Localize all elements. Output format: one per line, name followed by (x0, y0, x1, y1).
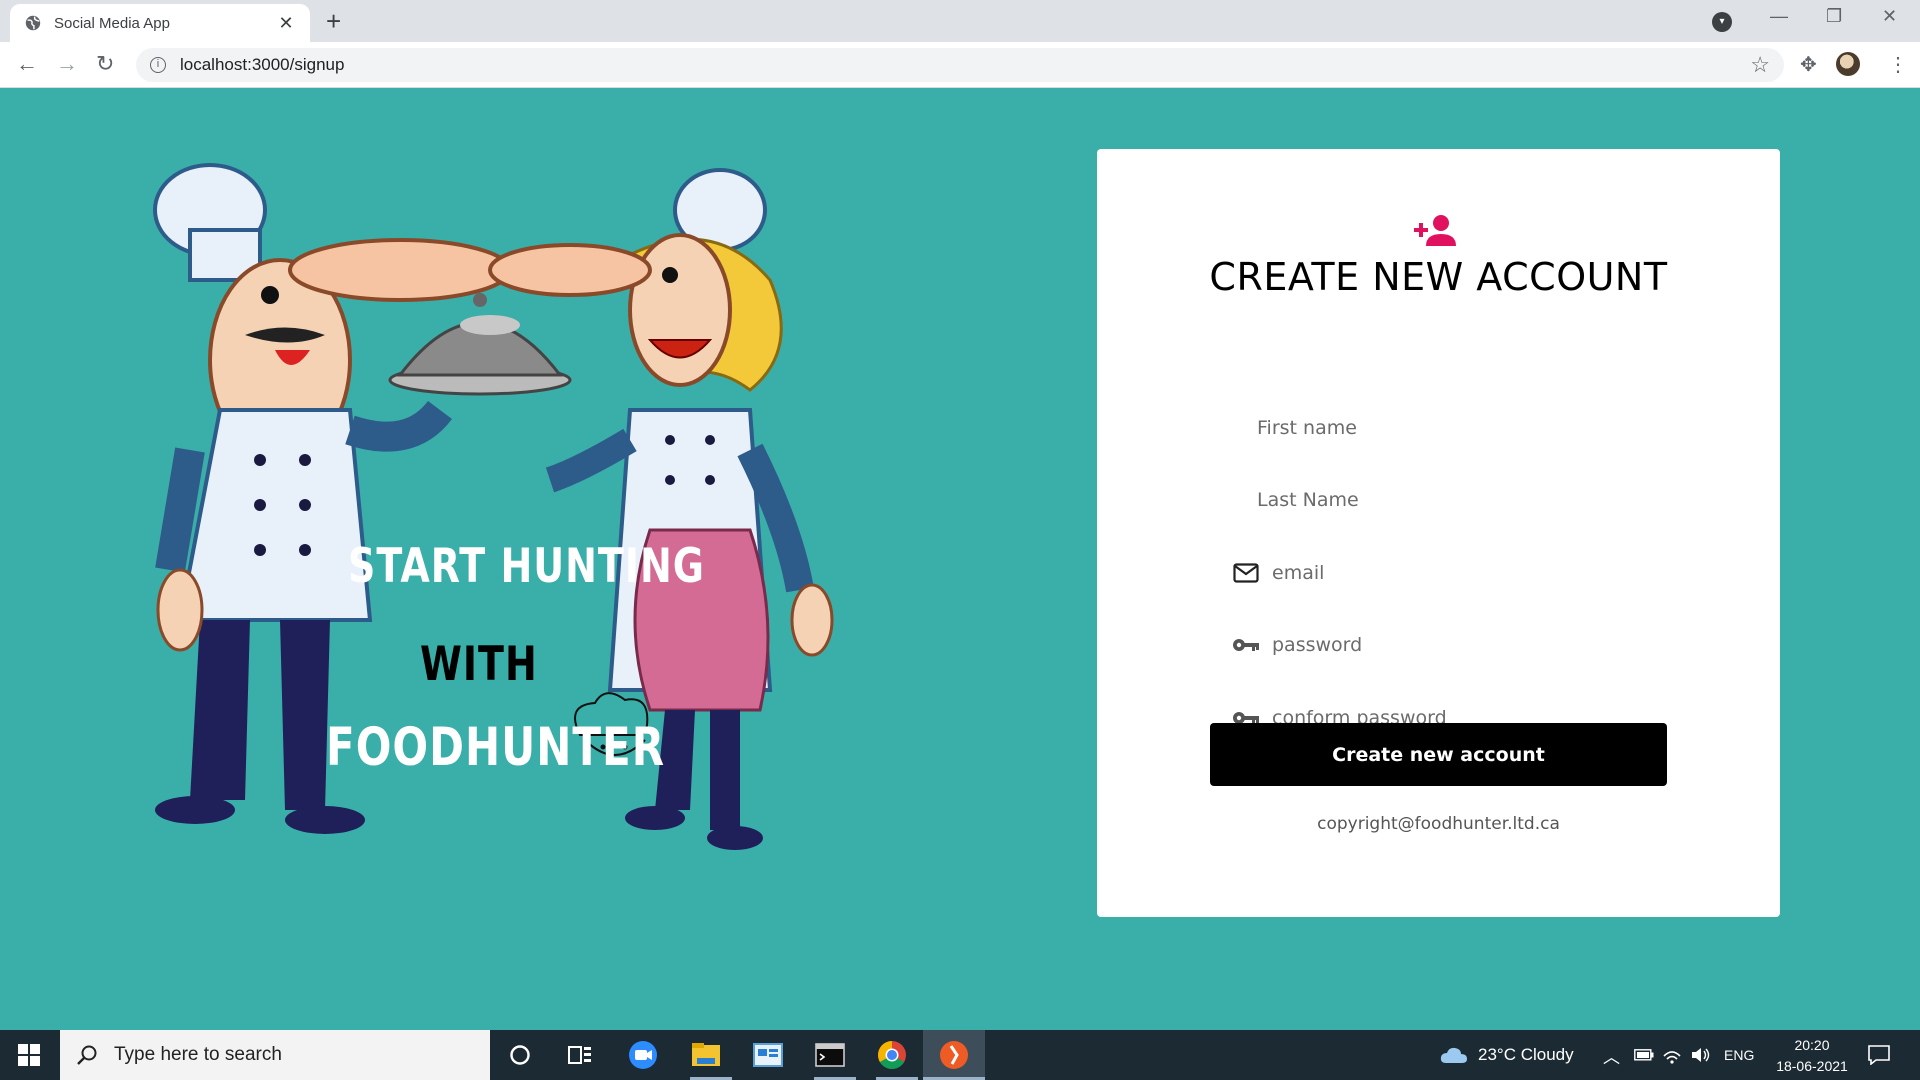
battery-icon[interactable] (1634, 1030, 1654, 1080)
url-text: localhost:3000/signup (180, 55, 345, 74)
back-icon[interactable]: ← (16, 52, 38, 76)
zoom-app-icon[interactable] (627, 1040, 659, 1070)
task-view-icon[interactable] (564, 1040, 596, 1070)
notification-center-icon[interactable] (1868, 1030, 1890, 1080)
window-close-icon[interactable]: ✕ (1882, 6, 1897, 27)
browser-toolbar: ← → ↻ i localhost:3000/signup ☆ (0, 42, 1920, 88)
chevron-up-icon: ︿ (1603, 1047, 1620, 1067)
wifi-icon[interactable] (1662, 1030, 1682, 1080)
taskbar-clock[interactable]: 20:20 18-06-2021 (1762, 1035, 1862, 1077)
cloud-icon (1440, 1047, 1467, 1063)
email-field-wrapper (1232, 549, 1732, 597)
promo-line-start-hunting: START HUNTING (348, 538, 705, 593)
chrome-icon[interactable] (876, 1040, 908, 1070)
language-indicator[interactable]: ENG (1724, 1030, 1754, 1080)
create-account-button[interactable]: Create new account (1210, 723, 1667, 786)
globe-icon (25, 15, 41, 31)
clock-time: 20:20 (1794, 1037, 1830, 1053)
file-explorer-icon[interactable] (690, 1040, 722, 1070)
copyright-text: copyright@foodhunter.ltd.ca (1317, 814, 1560, 834)
add-person-icon (1414, 215, 1456, 246)
show-hidden-icons[interactable]: ︿ (1603, 1030, 1620, 1080)
last-name-field-wrapper (1232, 476, 1732, 524)
tab-title: Social Media App (54, 14, 170, 32)
browser-tab[interactable]: Social Media App ✕ (10, 4, 310, 42)
weather-widget[interactable]: 23°C Cloudy (1440, 1030, 1574, 1080)
minimize-icon[interactable]: — (1770, 6, 1788, 27)
key-icon (1232, 633, 1260, 657)
password-field-wrapper (1232, 621, 1732, 669)
weather-text: 23°C Cloudy (1478, 1045, 1574, 1064)
profile-avatar[interactable] (1836, 52, 1860, 76)
site-info-icon[interactable]: i (150, 57, 166, 73)
email-input[interactable] (1272, 562, 1712, 584)
first-name-input[interactable] (1257, 417, 1697, 439)
extensions-icon[interactable]: ✥ (1800, 52, 1817, 77)
terminal-icon[interactable] (814, 1040, 846, 1070)
mail-icon (1232, 561, 1260, 585)
promo-line-with: WITH (420, 636, 538, 691)
promo-line-foodhunter: FOODHUNTER (326, 716, 666, 778)
forward-icon[interactable]: → (56, 52, 78, 76)
tab-close-icon[interactable]: ✕ (276, 13, 296, 34)
new-tab-button[interactable]: + (326, 8, 341, 34)
clock-date: 18-06-2021 (1776, 1058, 1848, 1074)
signup-card: CREATE NEW ACCOUNT Create new account co… (1097, 149, 1780, 917)
menu-kebab-icon[interactable]: ⋮ (1888, 52, 1908, 77)
windows-taskbar: Type here to search 23°C Cloudy ︿ ENG 20… (0, 1030, 1920, 1080)
cortana-icon[interactable] (504, 1040, 536, 1070)
search-icon (77, 1045, 97, 1065)
control-panel-icon[interactable] (752, 1040, 784, 1070)
last-name-input[interactable] (1257, 489, 1697, 511)
password-input[interactable] (1272, 634, 1712, 656)
volume-icon[interactable] (1690, 1030, 1712, 1080)
taskbar-search-box[interactable]: Type here to search (60, 1030, 490, 1080)
first-name-field-wrapper (1232, 404, 1732, 452)
address-bar[interactable]: i localhost:3000/signup ☆ (136, 48, 1784, 82)
browser-tab-bar: Social Media App ✕ + ▾ — ❐ ✕ (0, 0, 1920, 42)
taskbar-search-placeholder: Type here to search (114, 1044, 282, 1065)
tab-search-icon[interactable]: ▾ (1712, 12, 1732, 32)
restore-icon[interactable]: ❐ (1826, 6, 1842, 27)
windows-start-icon[interactable] (18, 1044, 40, 1066)
page-title: CREATE NEW ACCOUNT (1209, 255, 1668, 299)
postman-app-icon[interactable] (938, 1040, 970, 1070)
reload-icon[interactable]: ↻ (96, 52, 114, 76)
bookmark-star-icon[interactable]: ☆ (1750, 52, 1770, 78)
cloche-dish (388, 293, 572, 396)
